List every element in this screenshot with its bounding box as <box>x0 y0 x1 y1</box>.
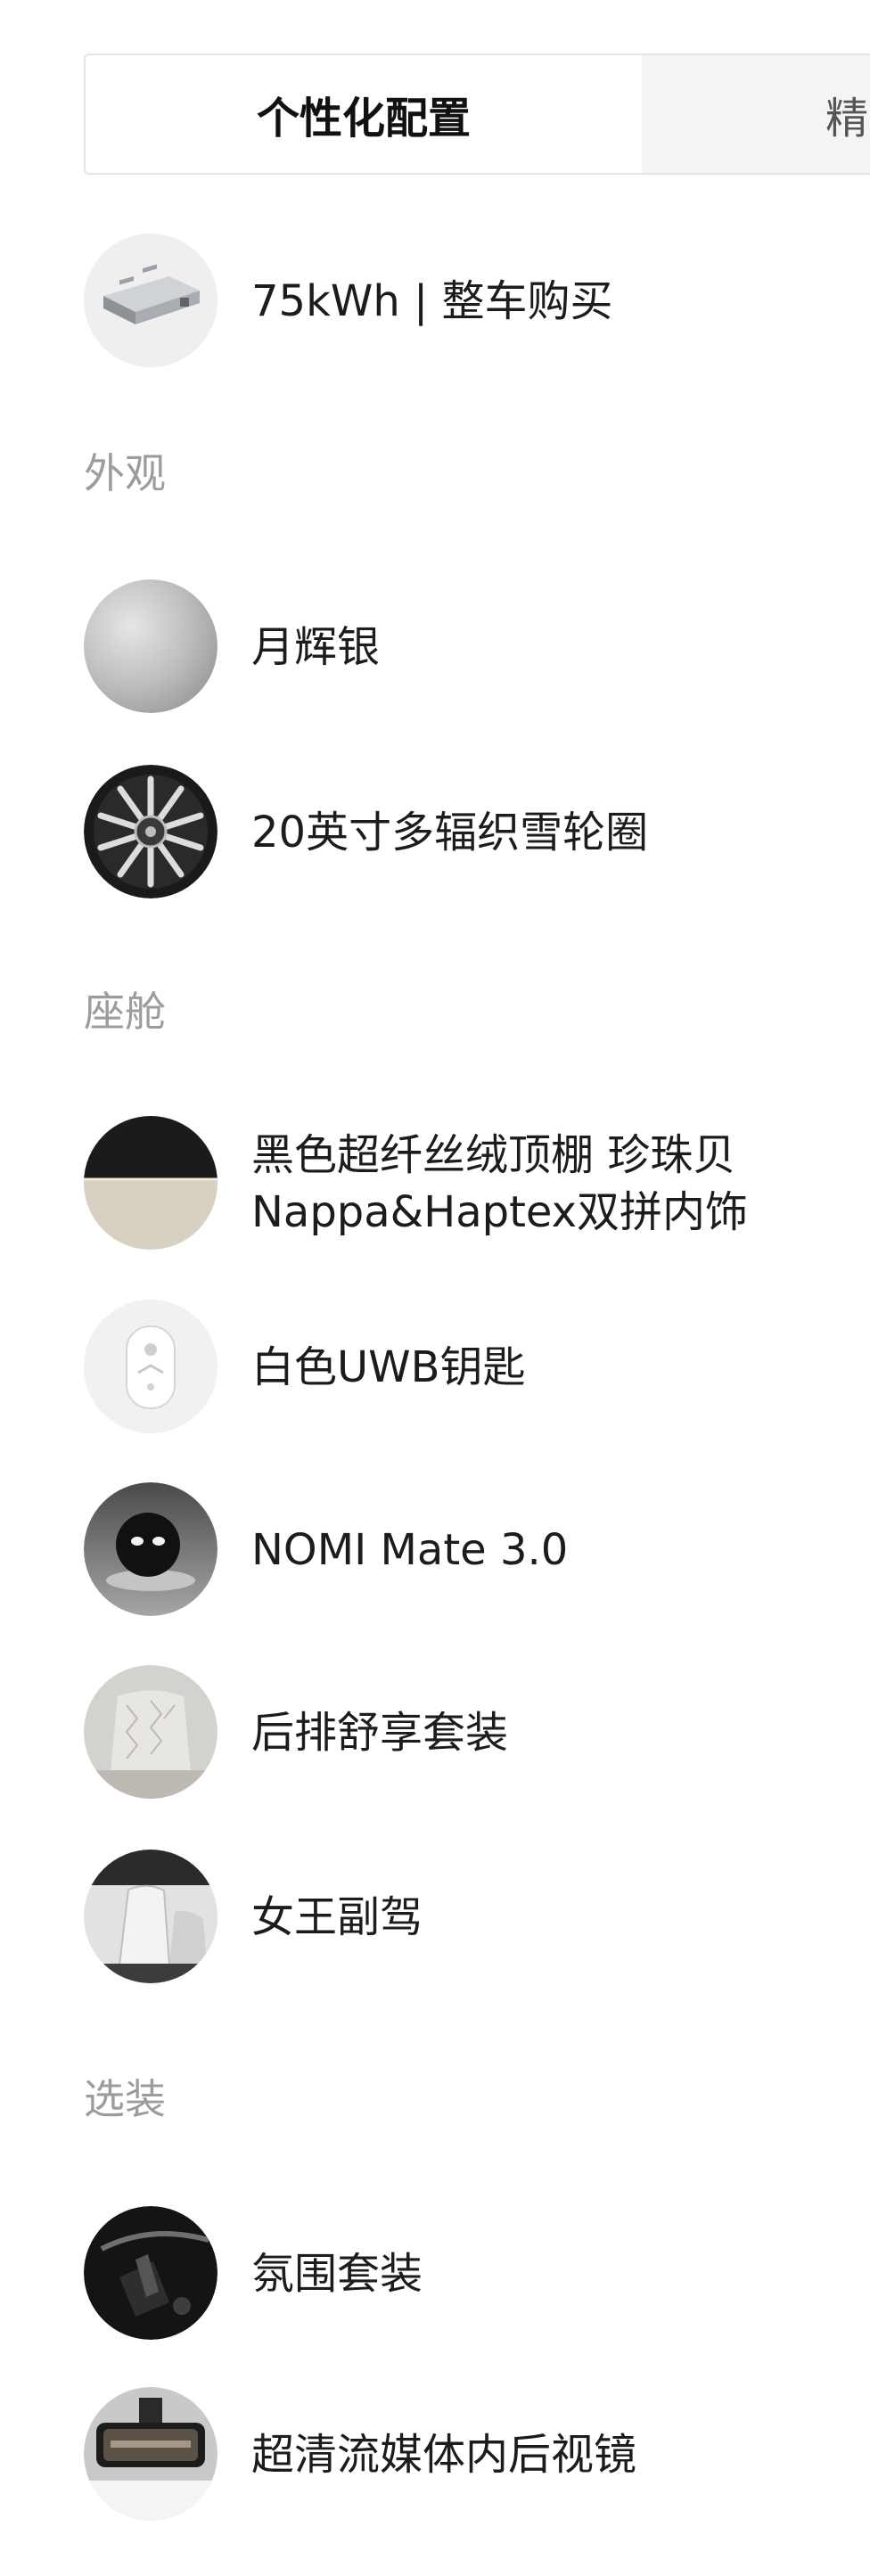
tab-personalized-config[interactable]: 个性化配置 <box>86 55 642 173</box>
config-tab-bar: 个性化配置 精 <box>84 53 870 175</box>
ambient-light-icon <box>84 2206 218 2340</box>
config-item-nomi[interactable]: NOMI Mate 3.0 <box>84 1482 859 1618</box>
nomi-robot-icon <box>84 1482 218 1616</box>
section-title-exterior: 外观 <box>84 449 166 497</box>
item-label: 超清流媒体内后视镜 <box>251 2430 637 2480</box>
item-label: 月辉银 <box>251 622 381 672</box>
item-label: 白色UWB钥匙 <box>251 1342 526 1392</box>
config-item-paint[interactable]: 月辉银 <box>84 579 859 715</box>
silver-paint-swatch <box>84 579 218 713</box>
config-item-rear-comfort[interactable]: 后排舒享套装 <box>84 1665 859 1801</box>
item-label: 女王副驾 <box>251 1892 423 1942</box>
tab-second[interactable]: 精 <box>825 55 870 173</box>
item-label: 20英寸多辐织雪轮圈 <box>251 808 649 857</box>
battery-pack-icon <box>84 234 218 367</box>
config-item-uwb-key[interactable]: 白色UWB钥匙 <box>84 1300 859 1435</box>
config-item-queen-seat[interactable]: 女王副驾 <box>84 1850 859 1985</box>
item-label: NOMI Mate 3.0 <box>251 1525 569 1575</box>
wheel-rim-icon <box>84 765 218 898</box>
item-label: 氛围套装 <box>251 2249 423 2299</box>
rear-seat-icon <box>84 1665 218 1799</box>
config-item-wheel[interactable]: 20英寸多辐织雪轮圈 <box>84 765 859 900</box>
section-title-options: 选装 <box>84 2075 166 2123</box>
rearview-mirror-icon <box>84 2387 218 2521</box>
passenger-seat-icon <box>84 1850 218 1983</box>
item-label: 后排舒享套装 <box>251 1708 509 1758</box>
config-item-ambient[interactable]: 氛围套装 <box>84 2206 859 2342</box>
config-item-rearview[interactable]: 超清流媒体内后视镜 <box>84 2387 859 2523</box>
config-item-battery[interactable]: 75kWh | 整车购买 <box>84 234 859 369</box>
item-label: 黑色超纤丝绒顶棚 珍珠贝 Nappa&Haptex双拼内饰 <box>251 1130 748 1237</box>
config-item-interior[interactable]: 黑色超纤丝绒顶棚 珍珠贝 Nappa&Haptex双拼内饰 <box>84 1116 859 1251</box>
interior-fabric-swatch <box>84 1116 218 1250</box>
item-label: 75kWh | 整车购买 <box>251 276 613 326</box>
section-title-cabin: 座舱 <box>84 988 166 1036</box>
uwb-key-icon <box>84 1300 218 1433</box>
